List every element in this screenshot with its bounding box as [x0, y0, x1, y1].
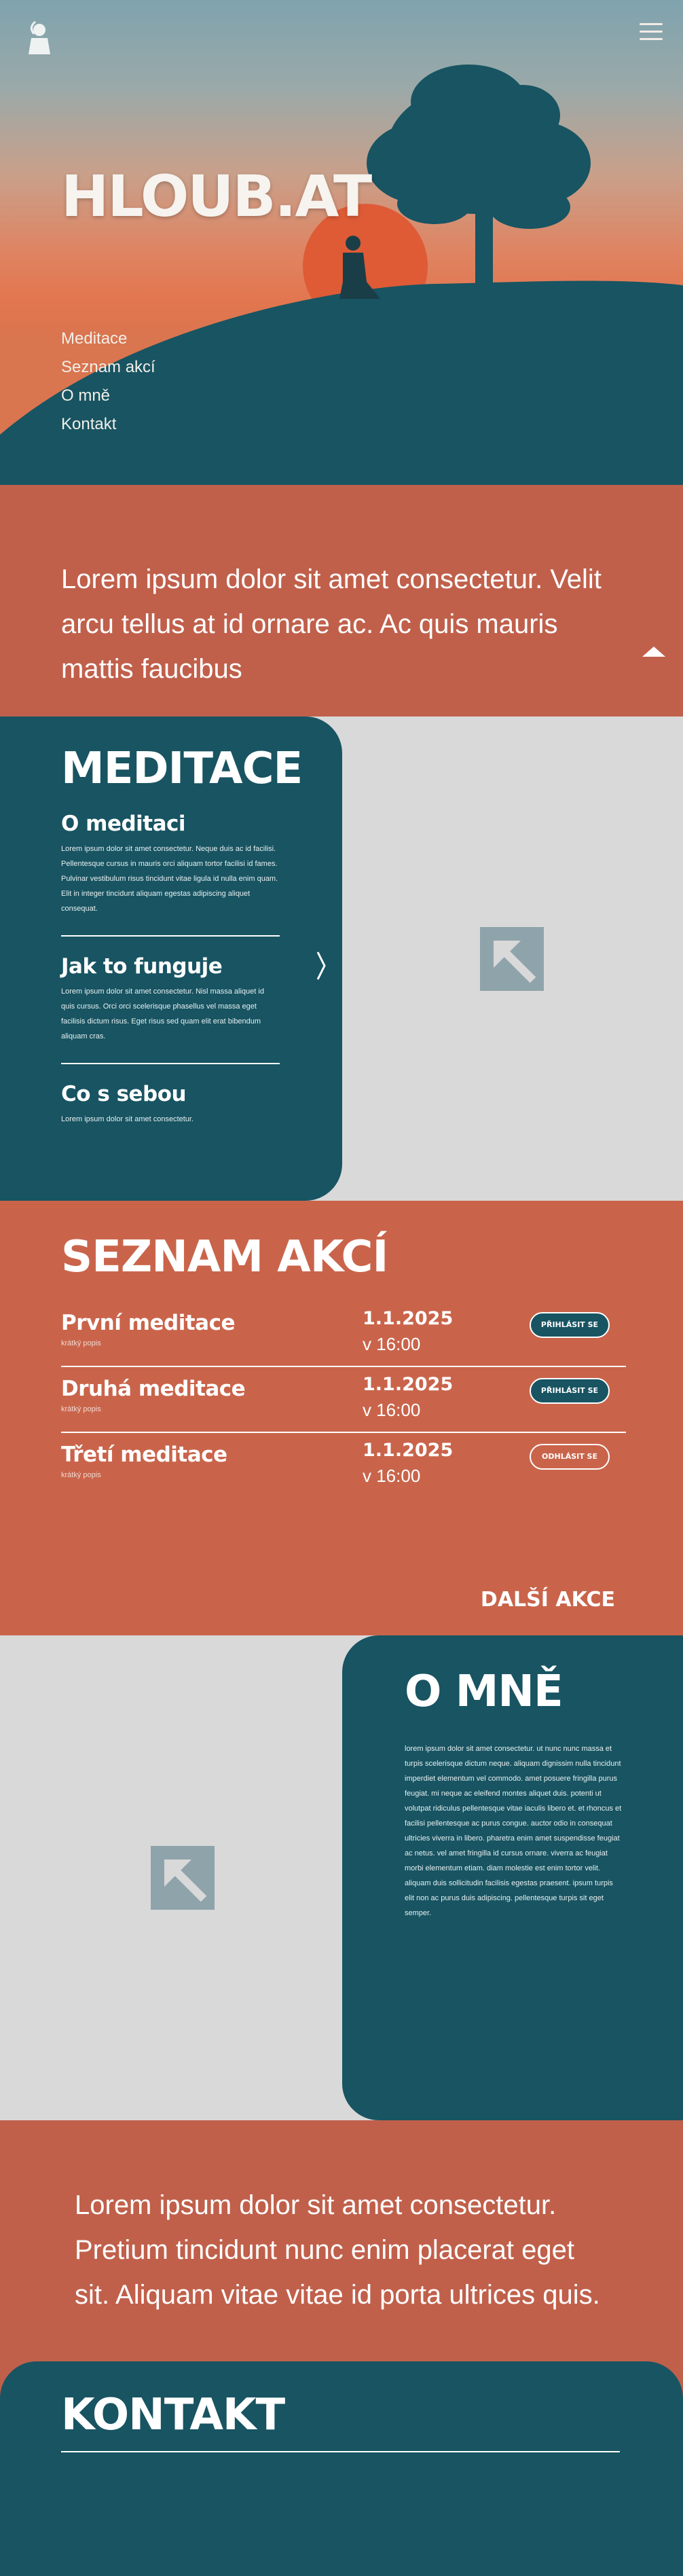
event-row: Třetí meditace krátký popis 1.1.2025 v 1…: [61, 1433, 622, 1499]
divider: [61, 935, 280, 937]
event-date: 1.1.2025: [363, 1440, 454, 1461]
event-row: První meditace krátký popis 1.1.2025 v 1…: [61, 1301, 626, 1367]
quote-text: Lorem ipsum dolor sit amet consectetur. …: [61, 564, 602, 684]
meditace-item: Jak to funguje Lorem ipsum dolor sit ame…: [61, 954, 342, 1064]
section-title-kontakt: KONTAKT: [61, 2390, 285, 2440]
unregister-button[interactable]: ODHLÁSIT SE: [530, 1444, 610, 1470]
event-row: Druhá meditace krátký popis 1.1.2025 v 1…: [61, 1367, 626, 1433]
event-description: krátký popis: [61, 1471, 101, 1479]
meditace-item-text: Lorem ipsum dolor sit amet consectetur. …: [61, 845, 278, 913]
image-placeholder-icon: [480, 927, 544, 991]
hero-section: HLOUB.AT Meditace Seznam akcí O mně Kont…: [0, 0, 683, 485]
meditace-item: O meditaci Lorem ipsum dolor sit amet co…: [61, 812, 342, 937]
more-events-link[interactable]: DALŠÍ AKCE: [481, 1588, 615, 1612]
event-description: krátký popis: [61, 1339, 101, 1347]
register-button[interactable]: PŘIHLÁSIT SE: [530, 1378, 610, 1404]
register-button[interactable]: PŘIHLÁSIT SE: [530, 1312, 610, 1338]
site-brand-title: HLOUB.AT: [61, 163, 372, 230]
event-name: První meditace: [61, 1311, 236, 1335]
meditace-panel: MEDITACE O meditaci Lorem ipsum dolor si…: [0, 716, 342, 1201]
o-mne-panel: O MNĚ lorem ipsum dolor sit amet consect…: [342, 1635, 683, 2120]
section-title-meditace: MEDITACE: [61, 744, 303, 794]
section-title-seznam-akci: SEZNAM AKCÍ: [61, 1232, 388, 1282]
logo-icon[interactable]: [26, 20, 53, 58]
meditace-item: Co s sebou Lorem ipsum dolor sit amet co…: [61, 1082, 342, 1127]
meditace-item-title: O meditaci: [61, 812, 186, 836]
meditace-section: MEDITACE O meditaci Lorem ipsum dolor si…: [0, 716, 683, 1201]
divider: [61, 1063, 280, 1064]
quote-section-1: Lorem ipsum dolor sit amet consectetur. …: [0, 485, 683, 716]
section-title-o-mne: O MNĚ: [405, 1667, 564, 1717]
seznam-akci-section: SEZNAM AKCÍ První meditace krátký popis …: [0, 1201, 683, 1635]
event-name: Třetí meditace: [61, 1443, 227, 1467]
nav-link-seznam-akci[interactable]: Seznam akcí: [61, 353, 155, 382]
meditace-item-title: Co s sebou: [61, 1082, 187, 1106]
kontakt-panel: KONTAKT: [0, 2361, 683, 2576]
event-date: 1.1.2025: [363, 1374, 454, 1395]
event-date: 1.1.2025: [363, 1308, 454, 1329]
kontakt-section: KONTAKT: [0, 2361, 683, 2576]
nav-link-o-mne[interactable]: O mně: [61, 382, 155, 410]
image-placeholder-icon: [151, 1846, 215, 1910]
event-time: v 16:00: [363, 1334, 421, 1354]
event-time: v 16:00: [363, 1400, 421, 1420]
chevron-right-icon[interactable]: [316, 951, 326, 989]
o-mne-text: lorem ipsum dolor sit amet consectetur. …: [405, 1745, 622, 1917]
o-mne-section: O MNĚ lorem ipsum dolor sit amet consect…: [0, 1635, 683, 2120]
meditace-item-title: Jak to funguje: [61, 954, 223, 979]
event-description: krátký popis: [61, 1405, 101, 1413]
meditace-item-text: Lorem ipsum dolor sit amet consectetur. …: [61, 987, 264, 1040]
nav-link-meditace[interactable]: Meditace: [61, 325, 155, 353]
main-nav: Meditace Seznam akcí O mně Kontakt: [61, 325, 155, 439]
scroll-up-icon[interactable]: [642, 647, 665, 657]
hamburger-menu-icon[interactable]: [640, 23, 663, 42]
quote-text: Lorem ipsum dolor sit amet consectetur. …: [75, 2190, 600, 2310]
meditace-item-text: Lorem ipsum dolor sit amet consectetur.: [61, 1115, 194, 1123]
quote-section-2: Lorem ipsum dolor sit amet consectetur. …: [0, 2120, 683, 2361]
divider: [61, 2451, 620, 2452]
event-time: v 16:00: [363, 1466, 421, 1486]
event-list: První meditace krátký popis 1.1.2025 v 1…: [61, 1301, 626, 1499]
event-name: Druhá meditace: [61, 1377, 246, 1401]
nav-link-kontakt[interactable]: Kontakt: [61, 410, 155, 439]
